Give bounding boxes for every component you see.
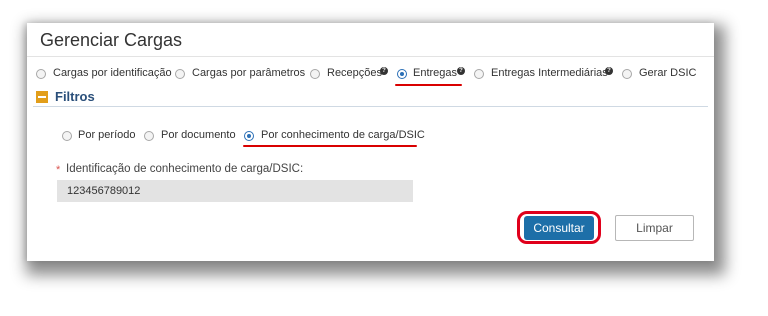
radio-por-periodo[interactable] <box>62 131 72 141</box>
filter-label-por-documento[interactable]: Por documento <box>161 129 236 141</box>
help-icon[interactable]: ? <box>380 67 388 75</box>
field-label: Identificação de conhecimento de carga/D… <box>66 163 304 175</box>
help-icon[interactable]: ? <box>605 67 613 75</box>
option-label-entregas-intermediarias[interactable]: Entregas Intermediárias <box>491 67 608 79</box>
title-divider <box>27 56 714 57</box>
option-label-cargas-parametros[interactable]: Cargas por parâmetros <box>192 67 305 79</box>
option-label-cargas-identificacao[interactable]: Cargas por identificação <box>53 67 172 79</box>
limpar-button[interactable]: Limpar <box>615 215 694 241</box>
filtros-title[interactable]: Filtros <box>55 89 95 104</box>
highlight-underline <box>243 145 417 147</box>
conhecimento-input[interactable] <box>57 180 413 202</box>
option-label-recepcoes[interactable]: Recepções <box>327 67 382 79</box>
radio-cargas-identificacao[interactable] <box>36 69 46 79</box>
radio-por-conhecimento[interactable] <box>244 131 254 141</box>
option-label-entregas[interactable]: Entregas <box>413 67 457 79</box>
radio-gerar-dsic[interactable] <box>622 69 632 79</box>
filter-label-por-conhecimento[interactable]: Por conhecimento de carga/DSIC <box>261 129 425 141</box>
radio-entregas[interactable] <box>397 69 407 79</box>
required-mark: * <box>56 164 61 176</box>
filter-label-por-periodo[interactable]: Por período <box>78 129 135 141</box>
radio-cargas-parametros[interactable] <box>175 69 185 79</box>
radio-entregas-intermediarias[interactable] <box>474 69 484 79</box>
form-panel <box>27 23 714 261</box>
help-icon[interactable]: ? <box>457 67 465 75</box>
radio-por-documento[interactable] <box>144 131 154 141</box>
page-title: Gerenciar Cargas <box>40 30 183 50</box>
radio-recepcoes[interactable] <box>310 69 320 79</box>
option-label-gerar-dsic[interactable]: Gerar DSIC <box>639 67 696 79</box>
filtros-divider <box>33 106 708 107</box>
highlight-ring <box>517 211 601 244</box>
collapse-icon[interactable] <box>36 91 48 103</box>
highlight-underline <box>395 84 462 86</box>
